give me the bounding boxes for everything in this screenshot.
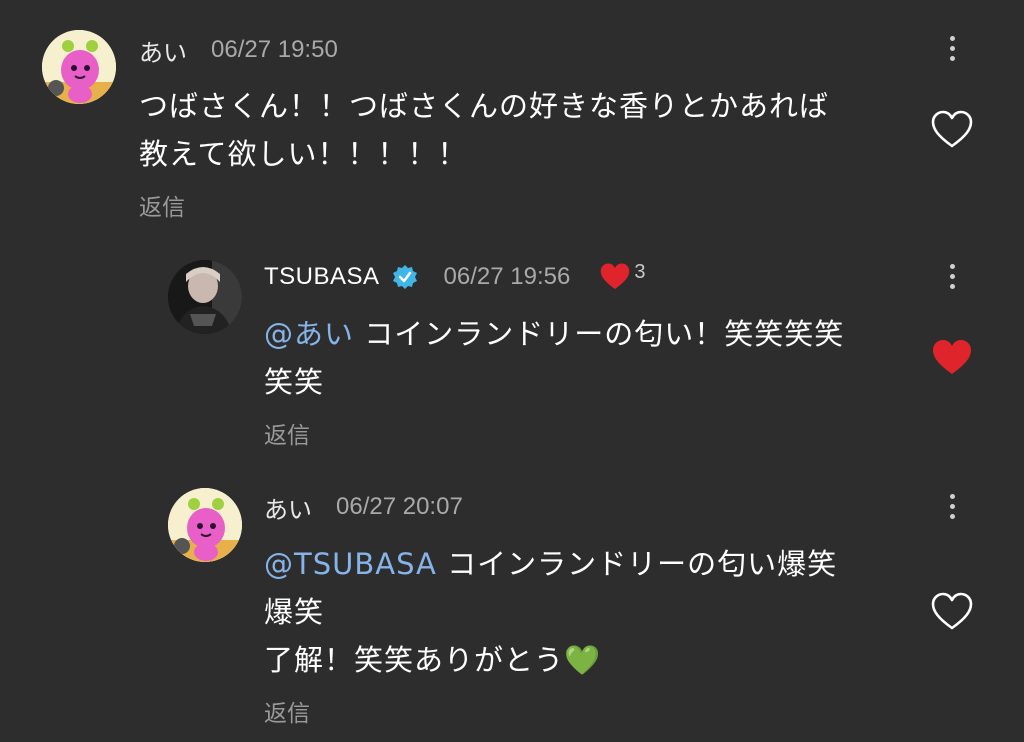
comment-text: @TSUBASA コインランドリーの匂い爆笑 爆笑 了解！笑笑ありがとう💚 <box>264 540 837 684</box>
comment-line: 教えて欲しい！！！！！ <box>139 137 468 171</box>
heart-outline-icon[interactable] <box>930 592 974 632</box>
heart-outline-icon[interactable] <box>930 110 974 150</box>
comment-header: あい 06/27 20:07 <box>264 490 463 524</box>
comment-header: TSUBASA 06/27 19:56 3 <box>264 260 645 294</box>
comment-line: 爆笑 <box>264 595 325 629</box>
comment-thread: あい 06/27 19:50 つばさくん！！つばさくんの好きな香りとかあれば 教… <box>0 0 1024 742</box>
username[interactable]: あい <box>139 33 187 68</box>
comment-line: @TSUBASA コインランドリーの匂い爆笑 <box>264 540 837 588</box>
heart-filled-icon[interactable] <box>930 338 974 378</box>
like-count: 3 <box>634 260 646 283</box>
creator-like-badge: 3 <box>598 260 646 292</box>
comment-text: @あい コインランドリーの匂い！笑笑笑笑 笑笑 <box>264 310 844 406</box>
comment-line: 笑笑 <box>264 365 325 399</box>
timestamp: 06/27 20:07 <box>336 493 463 520</box>
comment-text: つばさくん！！つばさくんの好きな香りとかあれば 教えて欲しい！！！！！ <box>139 82 829 178</box>
avatar[interactable] <box>168 260 242 334</box>
reply-button[interactable]: 返信 <box>264 416 310 450</box>
avatar[interactable] <box>42 30 116 104</box>
comment-line-text: コインランドリーの匂い爆笑 <box>447 547 838 581</box>
reply-button[interactable]: 返信 <box>139 188 185 222</box>
heart-filled-icon <box>601 263 630 289</box>
timestamp: 06/27 19:56 <box>443 263 571 290</box>
username[interactable]: TSUBASA <box>264 263 380 291</box>
more-options-icon[interactable] <box>942 486 962 526</box>
more-options-icon[interactable] <box>942 28 962 68</box>
mention-link[interactable]: @あい <box>264 317 354 351</box>
comment-line: @あい コインランドリーの匂い！笑笑笑笑 <box>264 310 844 358</box>
reply-button[interactable]: 返信 <box>264 694 310 728</box>
username[interactable]: あい <box>264 490 312 525</box>
verified-badge-icon <box>392 265 417 289</box>
more-options-icon[interactable] <box>942 256 962 296</box>
mention-link[interactable]: @TSUBASA <box>264 547 437 581</box>
timestamp: 06/27 19:50 <box>211 36 338 63</box>
avatar[interactable] <box>168 488 242 562</box>
comment-line: 了解！笑笑ありがとう💚 <box>264 643 602 677</box>
comment-line: つばさくん！！つばさくんの好きな香りとかあれば <box>139 89 830 123</box>
comment-header: あい 06/27 19:50 <box>139 33 338 67</box>
comment-line-text: コインランドリーの匂い！笑笑笑笑 <box>364 317 845 351</box>
